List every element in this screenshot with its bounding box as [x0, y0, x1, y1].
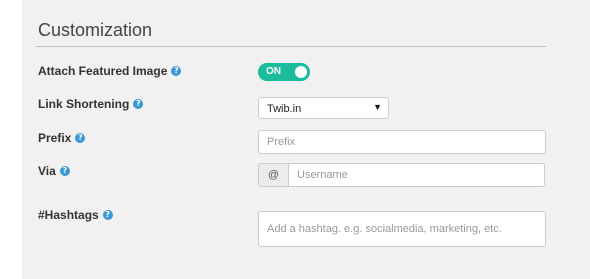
- link-shortening-label: Link Shortening: [38, 97, 130, 111]
- help-icon[interactable]: ?: [171, 66, 182, 76]
- section-title: Customization: [38, 20, 153, 40]
- toggle-state-text: ON: [266, 66, 281, 77]
- at-sign-addon: @: [258, 163, 288, 187]
- link-shortening-label-row: Link Shortening ?: [38, 97, 144, 111]
- hashtags-input[interactable]: [258, 211, 546, 247]
- via-username-input[interactable]: [288, 163, 545, 187]
- hashtags-label-row: #Hashtags ?: [38, 208, 113, 222]
- title-divider: [36, 46, 546, 47]
- help-icon[interactable]: ?: [59, 166, 70, 176]
- featured-image-toggle[interactable]: ON: [258, 63, 310, 81]
- chevron-down-icon: ▼: [373, 102, 382, 112]
- via-input-group: @: [258, 163, 545, 187]
- prefix-input[interactable]: [258, 130, 546, 154]
- select-value: Twib.in: [267, 103, 302, 115]
- featured-image-label-row: Attach Featured Image ?: [38, 64, 182, 78]
- help-icon[interactable]: ?: [75, 133, 86, 143]
- toggle-knob: [295, 66, 307, 78]
- prefix-label: Prefix: [38, 131, 72, 145]
- featured-image-label: Attach Featured Image: [38, 64, 168, 78]
- via-label: Via: [38, 164, 56, 178]
- via-label-row: Via ?: [38, 164, 70, 178]
- help-icon[interactable]: ?: [133, 99, 144, 109]
- hashtags-label: #Hashtags: [38, 208, 99, 222]
- link-shortening-select[interactable]: Twib.in ▼: [258, 97, 389, 119]
- help-icon[interactable]: ?: [102, 210, 113, 220]
- prefix-label-row: Prefix ?: [38, 131, 86, 145]
